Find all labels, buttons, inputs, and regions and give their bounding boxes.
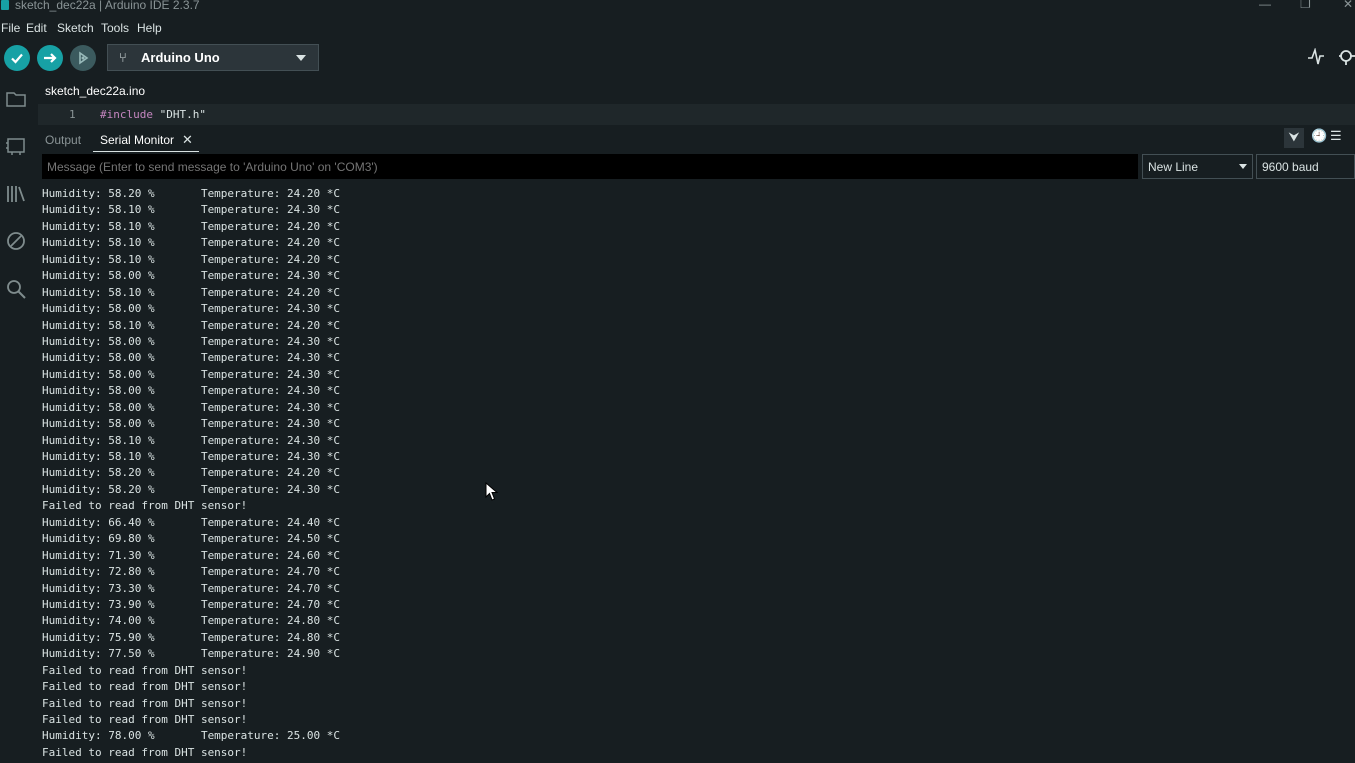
serial-line: Humidity: 58.20 % Temperature: 24.20 *C [42,187,341,200]
code-editor[interactable]: 1 #include "DHT.h" [38,104,1355,125]
serial-line: Humidity: 58.00 % Temperature: 24.30 *C [42,367,341,381]
serial-line: Humidity: 75.90 % Temperature: 24.80 *C [42,630,341,644]
search-icon[interactable] [5,278,27,300]
serial-line: Humidity: 58.00 % Temperature: 24.30 *C [42,334,341,348]
serial-line: Humidity: 77.50 % Temperature: 24.90 *C [42,647,341,661]
serial-plotter-icon[interactable] [1307,47,1325,71]
debug-icon [79,51,89,65]
arduino-app-icon [1,0,9,10]
serial-line: Humidity: 58.00 % Temperature: 24.30 *C [42,302,341,316]
serial-line: Failed to read from DHT sensor! [42,680,248,694]
code-keyword: #include [100,108,153,121]
tab-sketch-file[interactable]: sketch_dec22a.ino [45,84,145,98]
board-selector[interactable]: ⑂ Arduino Uno [107,44,319,71]
serial-line: Humidity: 71.30 % Temperature: 24.60 *C [42,548,341,562]
serial-line: Humidity: 58.00 % Temperature: 24.30 *C [42,351,341,365]
serial-line: Humidity: 58.00 % Temperature: 24.30 *C [42,269,341,283]
serial-line: Humidity: 69.80 % Temperature: 24.50 *C [42,532,341,546]
clear-output-icon[interactable]: ☰ [1330,128,1342,144]
close-tab-icon[interactable]: ✕ [182,132,193,148]
menu-edit[interactable]: Edit [26,21,47,35]
arrow-right-icon [44,53,57,63]
serial-line: Humidity: 78.00 % Temperature: 25.00 *C [42,729,341,743]
verify-button[interactable] [4,45,30,71]
editor-tabs: sketch_dec22a.ino [38,80,1355,104]
serial-line: Humidity: 58.20 % Temperature: 24.20 *C [42,466,341,480]
line-ending-select[interactable]: New Line [1142,154,1253,179]
line-number: 1 [69,108,76,121]
serial-line: Humidity: 72.80 % Temperature: 24.70 *C [42,565,341,579]
serial-line: Failed to read from DHT sensor! [42,713,248,726]
folder-icon[interactable] [5,88,27,110]
menu-tools[interactable]: Tools [101,21,129,35]
line-ending-value: New Line [1148,160,1199,174]
chevron-down-icon [1239,164,1247,169]
serial-monitor-icon[interactable] [1337,48,1355,71]
timestamp-icon[interactable]: 🕘 [1311,128,1327,144]
debug-button[interactable] [70,45,96,71]
title-bar: sketch_dec22a | Arduino IDE 2.3.7 — ❐ ✕ [0,0,1355,13]
chevron-down-icon [296,55,306,61]
serial-line: Humidity: 58.00 % Temperature: 24.30 *C [42,400,341,414]
serial-line: Humidity: 58.10 % Temperature: 24.30 *C [42,450,341,463]
window-title: sketch_dec22a | Arduino IDE 2.3.7 [15,0,200,12]
serial-line: Humidity: 58.00 % Temperature: 24.30 *C [42,417,341,431]
mouse-cursor-icon [485,482,499,501]
close-button[interactable]: ✕ [1343,0,1353,11]
serial-message-input[interactable] [42,154,1138,179]
tab-serial-monitor[interactable]: Serial Monitor [100,133,174,147]
serial-line: Humidity: 58.10 % Temperature: 24.30 *C [42,433,341,447]
serial-line: Humidity: 73.30 % Temperature: 24.70 *C [42,581,341,595]
serial-line: Humidity: 58.00 % Temperature: 24.30 *C [42,384,341,398]
code-string: "DHT.h" [152,108,206,121]
serial-line: Failed to read from DHT sensor! [42,499,248,513]
serial-line: Humidity: 58.10 % Temperature: 24.20 *C [42,219,341,233]
menu-sketch[interactable]: Sketch [57,21,94,35]
serial-line: Humidity: 58.20 % Temperature: 24.30 *C [42,482,341,496]
baud-rate-value: 9600 baud [1262,160,1319,174]
board-label: Arduino Uno [141,50,220,65]
serial-line: Humidity: 66.40 % Temperature: 24.40 *C [42,515,341,529]
board-manager-icon[interactable] [5,135,27,157]
serial-line: Humidity: 58.10 % Temperature: 24.30 *C [42,203,341,217]
check-icon [11,53,23,64]
active-tab-indicator [93,151,199,152]
serial-line: Humidity: 73.90 % Temperature: 24.70 *C [42,597,341,611]
tab-output[interactable]: Output [45,133,81,147]
maximize-button[interactable]: ❐ [1300,0,1311,11]
serial-line: Humidity: 58.10 % Temperature: 24.20 *C [42,285,341,299]
serial-line: Humidity: 58.10 % Temperature: 24.20 *C [42,236,341,250]
debug-sidebar-icon[interactable] [5,230,27,252]
serial-line: Failed to read from DHT sensor! [42,663,248,677]
usb-icon: ⑂ [119,50,127,65]
menu-bar: File Edit Sketch Tools Help [0,18,1355,38]
upload-button[interactable] [37,45,63,71]
panel-tabs: Output Serial Monitor ✕ ⮟ 🕘 ☰ [38,128,1355,152]
library-icon[interactable] [5,183,27,205]
serial-line: Humidity: 74.00 % Temperature: 24.80 *C [42,614,341,628]
code-line-1: #include "DHT.h" [100,108,206,121]
serial-line: Failed to read from DHT sensor! [42,696,248,710]
serial-line: Humidity: 58.10 % Temperature: 24.20 *C [42,252,341,266]
menu-file[interactable]: File [1,21,20,35]
menu-help[interactable]: Help [137,21,162,35]
sidebar [0,80,32,763]
serial-line: Failed to read from DHT sensor! [42,745,248,759]
serial-line: Humidity: 58.10 % Temperature: 24.20 *C [42,318,341,332]
minimize-button[interactable]: — [1259,0,1271,11]
autoscroll-icon[interactable]: ⮟ [1284,128,1304,148]
baud-rate-select[interactable]: 9600 baud [1256,154,1355,179]
serial-output: Humidity: 58.20 % Temperature: 24.20 *C H… [42,186,1342,763]
